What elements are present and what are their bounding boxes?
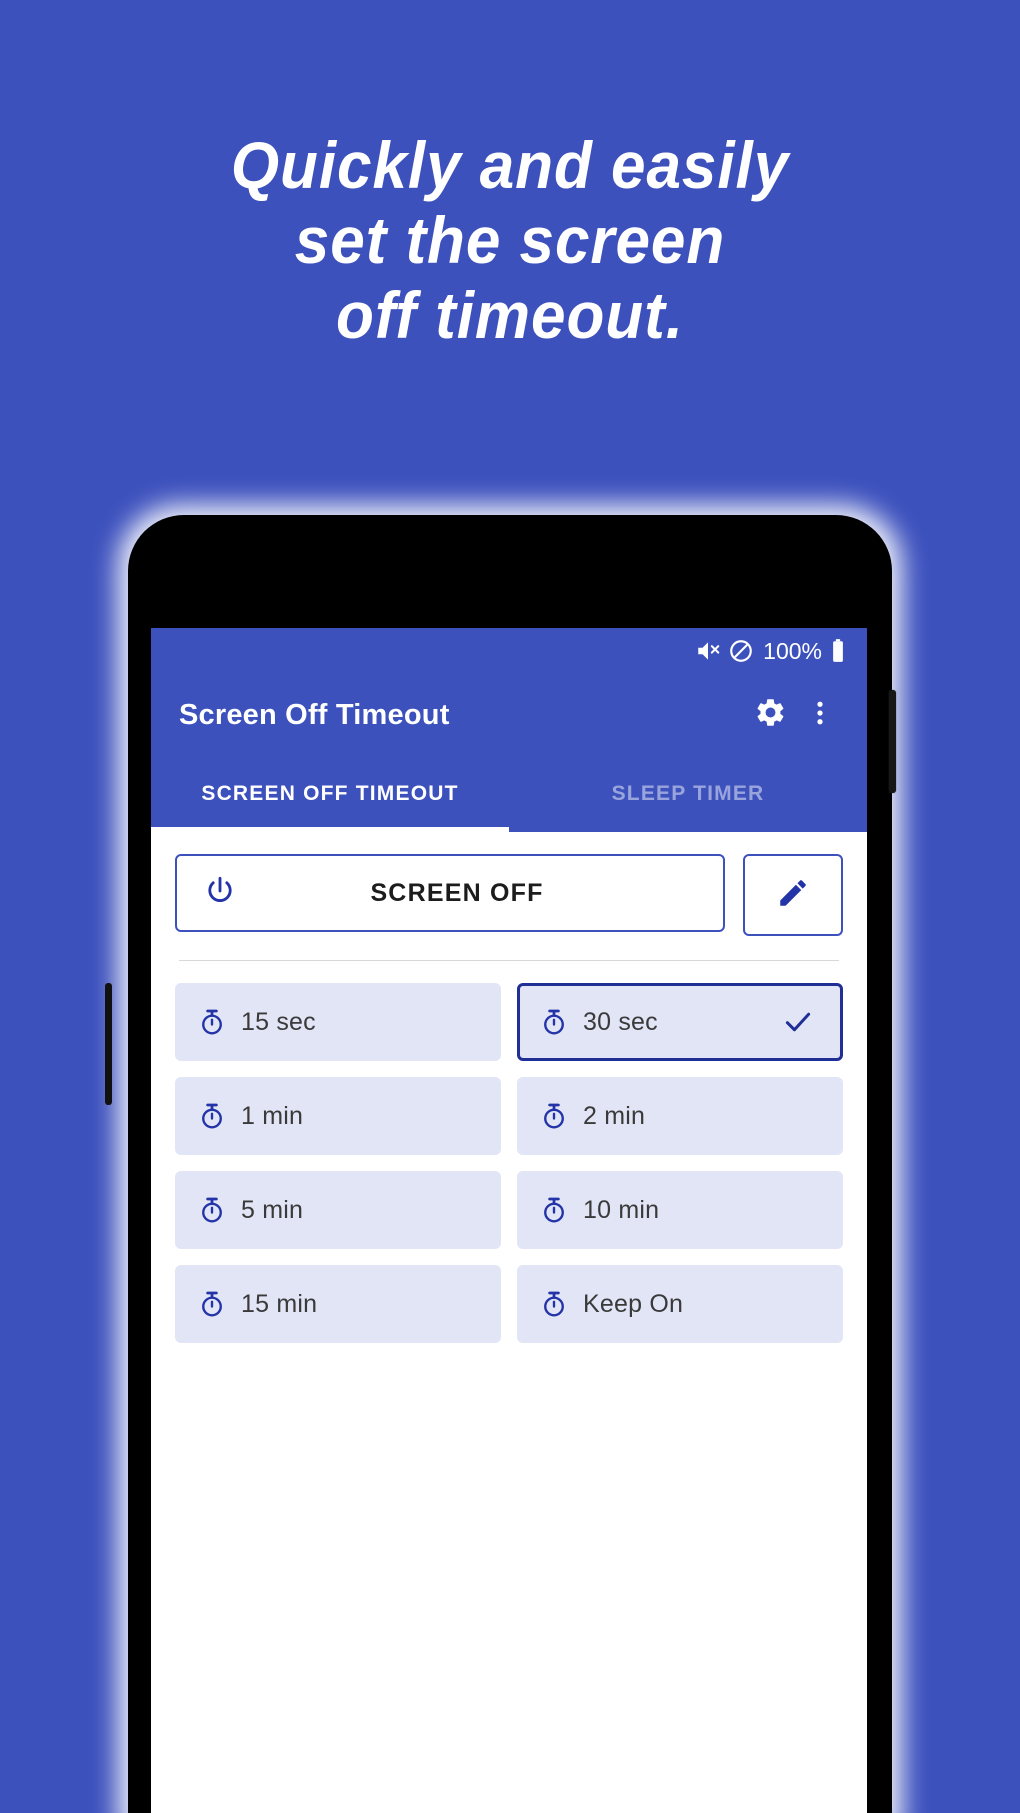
timeout-tile-15-sec[interactable]: 15 sec [175, 983, 501, 1061]
status-bar-icons: 100% [695, 638, 847, 665]
screen-off-button[interactable]: SCREEN OFF [175, 854, 725, 932]
timeout-tile-label: 15 min [241, 1289, 318, 1318]
timeout-tile-label: Keep On [583, 1289, 684, 1318]
phone-volume-button[interactable] [105, 983, 112, 1105]
screen-off-button-label: SCREEN OFF [370, 878, 544, 907]
tab-content: SCREEN OFF 15 sec 30 sec 1 min 2 min 5 m… [151, 832, 867, 1343]
stopwatch-icon [197, 1195, 227, 1225]
phone-power-button[interactable] [889, 690, 896, 793]
action-row: SCREEN OFF [175, 854, 843, 936]
timeout-tile-label: 15 sec [241, 1007, 316, 1036]
phone-screen: 100% Screen Off Timeout SCREEN OFF TIMEO… [151, 628, 867, 1813]
stopwatch-icon [197, 1007, 227, 1037]
overflow-menu-button[interactable] [795, 690, 845, 740]
stopwatch-icon [197, 1289, 227, 1319]
timeout-tile-label: 1 min [241, 1101, 304, 1130]
timeout-tile-30-sec[interactable]: 30 sec [517, 983, 843, 1061]
stopwatch-icon [539, 1101, 569, 1131]
timeout-tile-1-min[interactable]: 1 min [175, 1077, 501, 1155]
timeout-tile-label: 10 min [583, 1195, 660, 1224]
stopwatch-icon [197, 1101, 227, 1131]
timeout-tile-keep-on[interactable]: Keep On [517, 1265, 843, 1343]
edit-button[interactable] [743, 854, 843, 936]
battery-full-icon [829, 638, 847, 664]
battery-percent-label: 100% [763, 637, 822, 664]
gear-icon [754, 696, 787, 734]
volume-mute-icon [695, 638, 721, 664]
timeout-tile-10-min[interactable]: 10 min [517, 1171, 843, 1249]
timeout-tile-15-min[interactable]: 15 min [175, 1265, 501, 1343]
timeout-tile-label: 30 sec [583, 1007, 658, 1036]
tab-sleep-timer[interactable]: SLEEP TIMER [509, 756, 867, 832]
timeout-tile-label: 5 min [241, 1195, 304, 1224]
stopwatch-icon [539, 1195, 569, 1225]
promo-headline: Quickly and easily set the screen off ti… [230, 128, 790, 352]
status-bar: 100% [151, 628, 867, 674]
timeout-tile-2-min[interactable]: 2 min [517, 1077, 843, 1155]
pencil-icon [776, 876, 810, 915]
more-vertical-icon [807, 698, 833, 733]
check-icon [781, 1005, 815, 1039]
tab-bar: SCREEN OFF TIMEOUT SLEEP TIMER [151, 756, 867, 832]
do-not-disturb-icon [728, 638, 754, 664]
timeout-tile-5-min[interactable]: 5 min [175, 1171, 501, 1249]
stopwatch-icon [539, 1007, 569, 1037]
app-bar: Screen Off Timeout [151, 674, 867, 756]
settings-button[interactable] [745, 690, 795, 740]
tab-active-indicator [151, 827, 509, 832]
promo-screenshot: Quickly and easily set the screen off ti… [0, 0, 1020, 1813]
content-divider [179, 960, 839, 961]
stopwatch-icon [539, 1289, 569, 1319]
tab-screen-off-timeout[interactable]: SCREEN OFF TIMEOUT [151, 756, 509, 832]
timeout-tile-label: 2 min [583, 1101, 646, 1130]
timeout-grid: 15 sec 30 sec 1 min 2 min 5 min 10 min 1… [175, 983, 843, 1343]
app-title: Screen Off Timeout [179, 698, 450, 731]
